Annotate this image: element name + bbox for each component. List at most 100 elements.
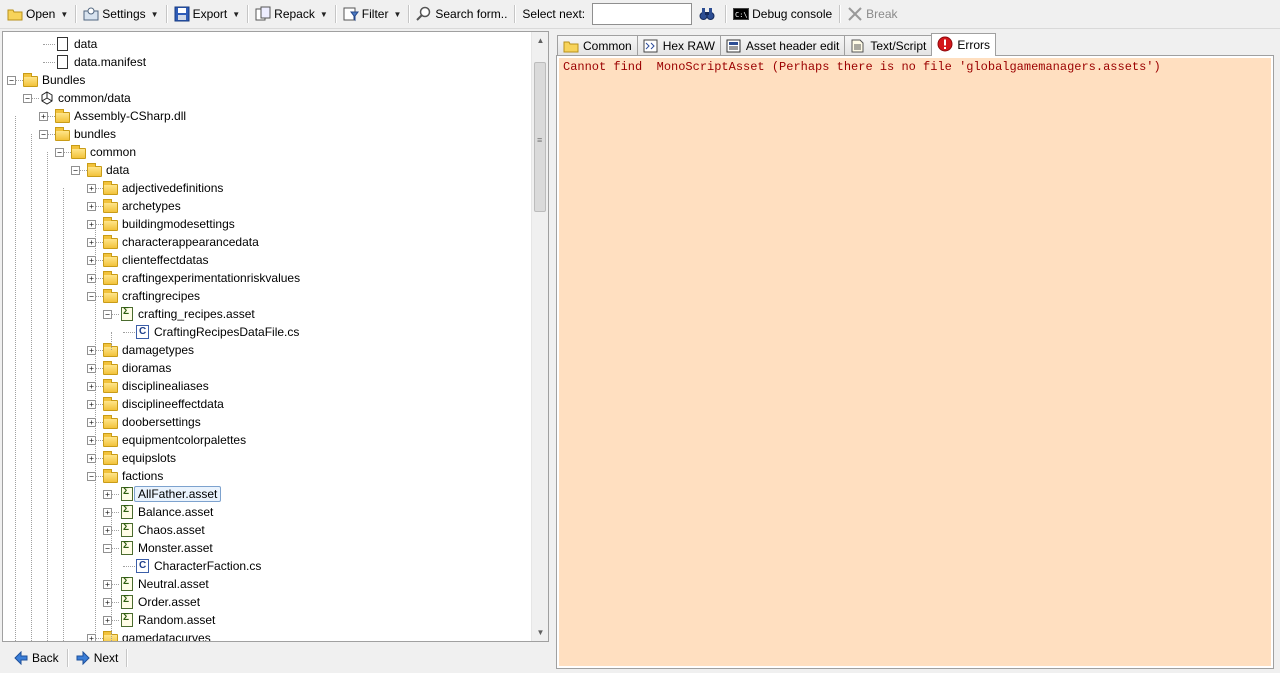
tree-node[interactable]: gamedatacurves bbox=[103, 629, 211, 641]
tree-node[interactable]: AllFather.asset bbox=[119, 485, 222, 503]
tree-node[interactable]: archetypes bbox=[103, 197, 181, 215]
tab-hex-raw[interactable]: Hex RAW bbox=[636, 35, 721, 56]
error-message: Cannot find MonoScriptAsset (Perhaps the… bbox=[563, 60, 1161, 74]
tab-text-script-label: Text/Script bbox=[870, 39, 927, 53]
tree-node[interactable]: data bbox=[87, 161, 129, 179]
tree-node-label: dioramas bbox=[122, 361, 172, 375]
tree-node[interactable]: Monster.asset bbox=[119, 539, 213, 557]
find-button[interactable] bbox=[696, 3, 721, 25]
expand-icon[interactable]: + bbox=[103, 490, 112, 499]
search-form-button[interactable]: Search form.. bbox=[413, 3, 510, 25]
folder-icon bbox=[103, 217, 119, 231]
tree-node-label: data bbox=[74, 37, 98, 51]
tree-node[interactable]: Assembly-CSharp.dll bbox=[55, 107, 186, 125]
tree-node[interactable]: Chaos.asset bbox=[119, 521, 205, 539]
collapse-icon[interactable]: − bbox=[55, 148, 64, 157]
tree-connector bbox=[43, 62, 55, 63]
errors-text-area[interactable]: Cannot find MonoScriptAsset (Perhaps the… bbox=[559, 58, 1271, 666]
tree-node[interactable]: Bundles bbox=[23, 71, 85, 89]
export-button[interactable]: Export ▼ bbox=[171, 3, 244, 25]
tree-node[interactable]: adjectivedefinitions bbox=[103, 179, 223, 197]
tree-node[interactable]: equipslots bbox=[103, 449, 176, 467]
repack-label: Repack bbox=[274, 7, 315, 21]
tree-node[interactable]: craftingrecipes bbox=[103, 287, 200, 305]
select-next-label: Select next: bbox=[519, 3, 588, 25]
select-next-input[interactable] bbox=[592, 3, 693, 25]
tree-node[interactable]: craftingexperimentationriskvalues bbox=[103, 269, 300, 287]
asset-icon bbox=[119, 576, 135, 591]
chevron-down-icon: ▼ bbox=[60, 9, 69, 19]
open-button[interactable]: Open ▼ bbox=[4, 3, 71, 25]
search-icon bbox=[416, 6, 432, 22]
scrollbar-thumb[interactable]: ≡ bbox=[534, 62, 546, 212]
arrow-right-icon bbox=[76, 650, 90, 666]
settings-button[interactable]: Settings ▼ bbox=[80, 3, 161, 25]
tab-asset-header-edit-label: Asset header edit bbox=[745, 39, 840, 53]
tree-guide-line bbox=[111, 512, 112, 641]
toolbar-separator bbox=[408, 5, 410, 23]
tree-node[interactable]: data.manifest bbox=[55, 53, 146, 71]
repack-button[interactable]: Repack ▼ bbox=[252, 3, 331, 25]
tree-node[interactable]: buildingmodesettings bbox=[103, 215, 235, 233]
break-button[interactable]: Break bbox=[844, 3, 900, 25]
tree-node[interactable]: doobersettings bbox=[103, 413, 201, 431]
tab-asset-header-edit[interactable]: Asset header edit bbox=[719, 35, 846, 56]
tree-node[interactable]: Order.asset bbox=[119, 593, 200, 611]
tree-node[interactable]: factions bbox=[103, 467, 163, 485]
collapse-icon[interactable]: − bbox=[103, 310, 112, 319]
tree-connector bbox=[123, 332, 135, 333]
repack-icon bbox=[255, 6, 271, 22]
tab-errors[interactable]: Errors bbox=[931, 33, 997, 56]
tree-node[interactable]: dioramas bbox=[103, 359, 171, 377]
folder-icon bbox=[103, 253, 119, 267]
tree-node[interactable]: equipmentcolorpalettes bbox=[103, 431, 246, 449]
toolbar-separator bbox=[839, 5, 841, 23]
scroll-up-arrow-icon[interactable]: ▲ bbox=[532, 32, 548, 49]
tree-node[interactable]: common bbox=[71, 143, 136, 161]
next-label: Next bbox=[93, 651, 119, 665]
tab-text-script[interactable]: Text/Script bbox=[844, 35, 933, 56]
binoculars-icon bbox=[699, 6, 715, 22]
tree-node[interactable]: bundles bbox=[55, 125, 116, 143]
scroll-down-arrow-icon[interactable]: ▼ bbox=[532, 624, 548, 641]
expand-icon[interactable]: + bbox=[87, 202, 96, 211]
tree-node[interactable]: disciplineeffectdata bbox=[103, 395, 224, 413]
tree-guide-line bbox=[31, 134, 32, 641]
tree-node[interactable]: CharacterFaction.cs bbox=[135, 557, 261, 575]
tree-node-label: Monster.asset bbox=[138, 541, 213, 555]
back-button[interactable]: Back bbox=[10, 647, 63, 669]
collapse-icon[interactable]: − bbox=[23, 94, 32, 103]
tree-node[interactable]: Random.asset bbox=[119, 611, 215, 629]
filter-button[interactable]: Filter ▼ bbox=[340, 3, 405, 25]
tree-node[interactable]: crafting_recipes.asset bbox=[119, 305, 255, 323]
tree-node[interactable]: Balance.asset bbox=[119, 503, 213, 521]
collapse-icon[interactable]: − bbox=[71, 166, 80, 175]
collapse-icon[interactable]: − bbox=[7, 76, 16, 85]
tab-common[interactable]: Common bbox=[557, 35, 638, 56]
tree-node-label: doobersettings bbox=[122, 415, 201, 429]
tree-node[interactable]: characterappearancedata bbox=[103, 233, 259, 251]
expand-icon[interactable]: + bbox=[39, 112, 48, 121]
tree-node[interactable]: Neutral.asset bbox=[119, 575, 209, 593]
tree-scrollbar[interactable]: ▲ ≡ ▼ bbox=[531, 32, 548, 641]
detail-tabs: Common Hex RAW Asset header edit Text/Sc… bbox=[557, 33, 997, 56]
folder-icon bbox=[103, 199, 119, 213]
tree-node[interactable]: clienteffectdatas bbox=[103, 251, 209, 269]
tree-node-label: damagetypes bbox=[122, 343, 195, 357]
filter-label: Filter bbox=[361, 7, 389, 21]
tree-node[interactable]: common/data bbox=[39, 89, 131, 107]
tree-node[interactable]: CraftingRecipesDataFile.cs bbox=[135, 323, 299, 341]
asset-icon bbox=[119, 594, 135, 609]
asset-tree[interactable]: data data.manifest − Bundles − common/data + As… bbox=[2, 31, 549, 642]
chevron-down-icon: ▼ bbox=[393, 9, 402, 19]
collapse-icon[interactable]: − bbox=[39, 130, 48, 139]
next-button[interactable]: Next bbox=[72, 647, 123, 669]
debug-console-button[interactable]: C:\ Debug console bbox=[730, 3, 835, 25]
asset-icon bbox=[119, 504, 135, 519]
main-toolbar: Open ▼ Settings ▼ Export ▼ Repack ▼ Filt… bbox=[0, 0, 1280, 29]
expand-icon[interactable]: + bbox=[87, 184, 96, 193]
tree-node[interactable]: data bbox=[55, 35, 97, 53]
tree-node[interactable]: disciplinealiases bbox=[103, 377, 209, 395]
toolbar-separator bbox=[165, 5, 167, 23]
tree-node[interactable]: damagetypes bbox=[103, 341, 194, 359]
